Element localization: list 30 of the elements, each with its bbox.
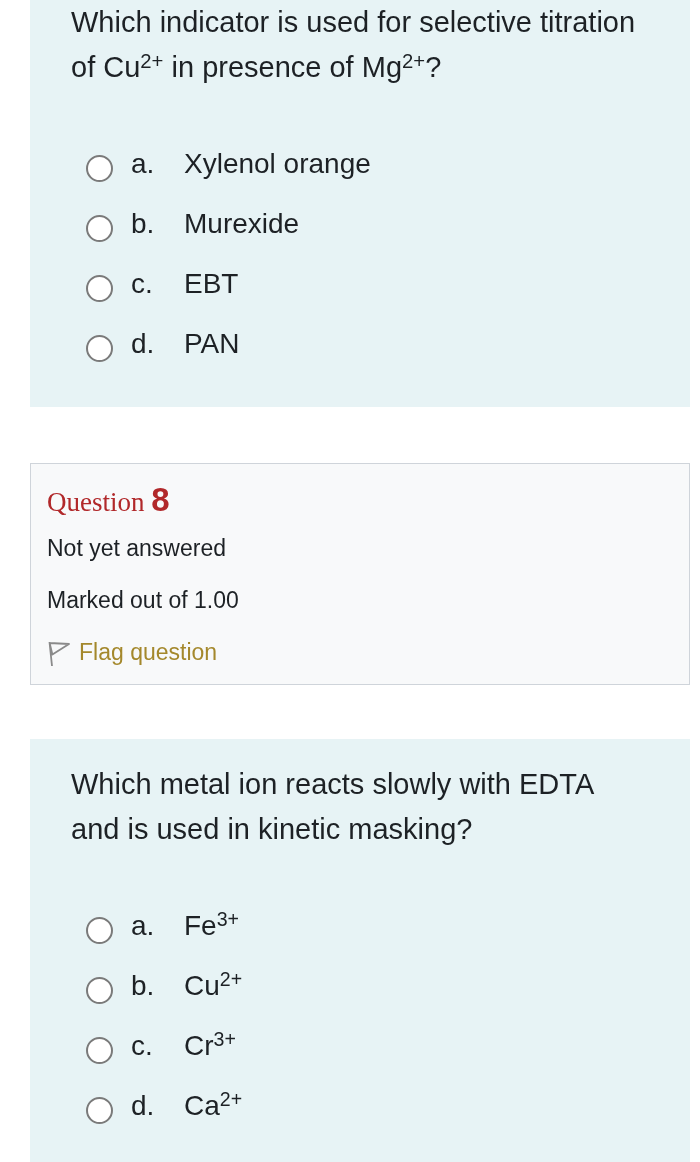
option-label: Murexide [184, 208, 300, 240]
option-letter: d. [131, 328, 156, 360]
option-letter: a. [131, 148, 156, 180]
option-letter: a. [131, 910, 156, 942]
option-letter: c. [131, 268, 154, 300]
radio-button[interactable] [86, 334, 113, 362]
option-label: Cu$^{2+}$ [184, 970, 243, 1002]
option-label: PAN [184, 328, 240, 360]
radio-button[interactable] [86, 274, 113, 302]
answer-status: Not yet answered [47, 534, 226, 563]
option-letter: d. [131, 1090, 156, 1122]
question-number: Question 8 [47, 480, 170, 520]
option-label: Xylenol orange [184, 148, 371, 180]
option-label: Fe$^{3+}$ [184, 910, 240, 942]
option-label: EBT [184, 268, 239, 300]
option-letter: c. [131, 1030, 154, 1062]
question-text: Which metal ion reacts slowly with EDTA and is used in kinetic masking? [71, 767, 595, 847]
option-letter: b. [131, 970, 156, 1002]
radio-button[interactable] [86, 916, 113, 944]
radio-button[interactable] [86, 1096, 113, 1124]
radio-button[interactable] [86, 1036, 113, 1064]
marks-text: Marked out of 1.00 [47, 586, 239, 615]
radio-button[interactable] [86, 976, 113, 1004]
radio-button[interactable] [86, 154, 113, 182]
option-letter: b. [131, 208, 156, 240]
flag-question-link[interactable]: Flag question [47, 629, 218, 675]
radio-button[interactable] [86, 214, 113, 242]
option-label: Ca$^{2+}$ [184, 1090, 243, 1122]
question-text: Which indicator is used for selective titration of Cu$^{2+}$ in presence of Mg$^{2+}$? [71, 5, 637, 85]
option-label: Cr$^{3+}$ [184, 1030, 236, 1062]
